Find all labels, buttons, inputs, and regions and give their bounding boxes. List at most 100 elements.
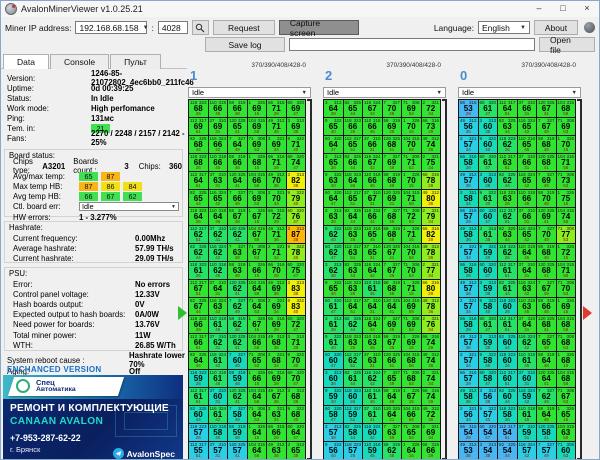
chip-cell: 73276549: [537, 334, 556, 351]
chip-cell: 1123176451: [344, 298, 363, 315]
row-label: Average hashrate:: [13, 244, 135, 253]
tab-data[interactable]: Data: [3, 54, 49, 69]
chip-cell: 1163246142: [209, 406, 228, 423]
tab-пульт[interactable]: Пульт: [110, 54, 161, 69]
grid-scrollbar[interactable]: [307, 99, 312, 460]
chip-cell: 713086553: [248, 352, 267, 369]
chip-cell: 1103186445: [518, 244, 537, 261]
row-label: WTH:: [13, 341, 135, 350]
chip-cell: 583197048: [537, 190, 556, 207]
chip-cell: 23217734: [422, 262, 441, 279]
chip-cell: 1163246242: [209, 244, 228, 261]
chip-cell: 603206947: [287, 100, 306, 117]
open-file-button[interactable]: Open file: [539, 37, 595, 52]
chip-cell: 1163246042: [363, 424, 382, 441]
chip-cell: 1103186345: [363, 334, 382, 351]
banner-header-strip: Спец Автоматика: [3, 375, 183, 399]
chip-cell: 1203256441: [383, 298, 402, 315]
chip-cell: 1103186345: [518, 298, 537, 315]
enhanced-version-link[interactable]: ENCHANCED VERSION: [7, 365, 101, 374]
chip-cell: 373106431: [363, 298, 382, 315]
chip-cell: 1203256841: [383, 136, 402, 153]
board-mode-combo[interactable]: Idle▼: [188, 87, 311, 98]
chip-cell: 1183236026: [344, 388, 363, 405]
search-button[interactable]: [192, 20, 209, 35]
row-value: 0.00Mhz: [135, 234, 165, 243]
row-value: 2270 / 2248 / 2157 / 2142 - 25%: [91, 129, 187, 147]
port-input[interactable]: 4028: [158, 21, 188, 34]
chip-cell: 823256044: [498, 388, 517, 405]
board-error-combo[interactable]: Idle▼: [79, 202, 179, 211]
chip-cell: 713086953: [557, 118, 576, 135]
main-area: DataConsoleПульт Version:1246-85-2107280…: [1, 54, 599, 460]
close-button[interactable]: ×: [575, 1, 599, 17]
chip-cell: 23217934: [422, 208, 441, 225]
tab-console[interactable]: Console: [50, 54, 109, 69]
request-button[interactable]: Request: [213, 20, 275, 35]
chip-cell: 1043156758: [248, 226, 267, 243]
chip-cell: 493125636: [459, 118, 478, 135]
chip-cell: 23217034: [267, 190, 286, 207]
chip-cell: 1103186145: [518, 406, 537, 423]
board-number: 2: [325, 68, 332, 83]
chip-cell: 1203256841: [537, 154, 556, 171]
chip-cell: 823256244: [344, 316, 363, 333]
grid-scrollbar[interactable]: [577, 99, 582, 460]
chip-cell: 583196348: [228, 262, 247, 279]
chip-cell: 713086753: [557, 388, 576, 405]
row-value: No errors: [135, 280, 170, 289]
board-mode-combo[interactable]: Idle▼: [323, 87, 446, 98]
chip-cell: 73276649: [228, 190, 247, 207]
chip-cell: 1163246542: [518, 172, 537, 189]
maximize-button[interactable]: □: [551, 1, 575, 17]
save-log-button[interactable]: Save log: [205, 37, 285, 52]
chip-cell: 33136938: [287, 118, 306, 135]
chip-cell: 1123175951: [344, 406, 363, 423]
chip-cell: 13266515: [557, 406, 576, 423]
chip-cell: 1183236026: [498, 298, 517, 315]
info-row: Current hashrate:29.09 TH/s: [5, 253, 182, 263]
chip-cell: 23216934: [267, 136, 286, 153]
chip-cell: 1103185945: [363, 442, 382, 459]
chip-cell: 73276749: [537, 280, 556, 297]
chip-cell: 73276449: [228, 136, 247, 153]
chip-cell: 373106031: [518, 370, 537, 387]
info-row: Expected output to hash boards:0A/0W: [5, 310, 182, 320]
chip-cell: 373106631: [518, 208, 537, 225]
chevron-down-icon: ▼: [171, 204, 176, 210]
chip-cell: 23217134: [267, 244, 286, 261]
chip-cell: 713087053: [557, 280, 576, 297]
language-combo[interactable]: English▼: [478, 21, 530, 34]
chip-cell: 663166929: [267, 316, 286, 333]
chip-cell: 713086553: [402, 424, 421, 441]
chip-cell: 663167029: [267, 262, 286, 279]
chip-cell: 1183236426: [189, 208, 208, 225]
chip-cell: 1123176551: [344, 136, 363, 153]
about-button[interactable]: About: [534, 20, 578, 35]
telegram-link[interactable]: AvalonSpec: [113, 448, 175, 459]
chip-cell: 373106331: [209, 172, 228, 189]
capture-screen-button[interactable]: Capture screen: [279, 20, 359, 35]
log-path-input[interactable]: [289, 38, 535, 51]
chip-cell: 583196948: [383, 118, 402, 135]
chip-cell: 823256744: [189, 298, 208, 315]
chip-cell: 713086453: [248, 298, 267, 315]
chip-cell: 373106231: [209, 334, 228, 351]
chip-cell: 713086953: [402, 316, 421, 333]
chip-cell: 1163246542: [209, 190, 228, 207]
board-mode-combo[interactable]: Idle▼: [458, 87, 581, 98]
ip-address-combo[interactable]: 192.168.68.158▼: [75, 21, 147, 34]
grid-scrollbar[interactable]: [442, 99, 447, 460]
row-label: Status:: [7, 94, 91, 103]
temp-badge: 62: [123, 192, 142, 201]
chip-cell: 823256344: [498, 226, 517, 243]
ad-banner[interactable]: Спец Автоматика РЕМОНТ И КОМПЛЕКТУЮЩИЕ C…: [3, 375, 183, 460]
chip-cell: 1163246542: [518, 118, 537, 135]
row-value: 0V: [135, 300, 145, 309]
chip-cell: 23215734: [459, 352, 478, 369]
chip-cell: 1203255741: [228, 442, 247, 459]
chip-cell: 663167429: [422, 334, 441, 351]
chip-cell: 1183236826: [189, 154, 208, 171]
minimize-button[interactable]: –: [527, 1, 551, 17]
chip-cell: 23215734: [459, 136, 478, 153]
